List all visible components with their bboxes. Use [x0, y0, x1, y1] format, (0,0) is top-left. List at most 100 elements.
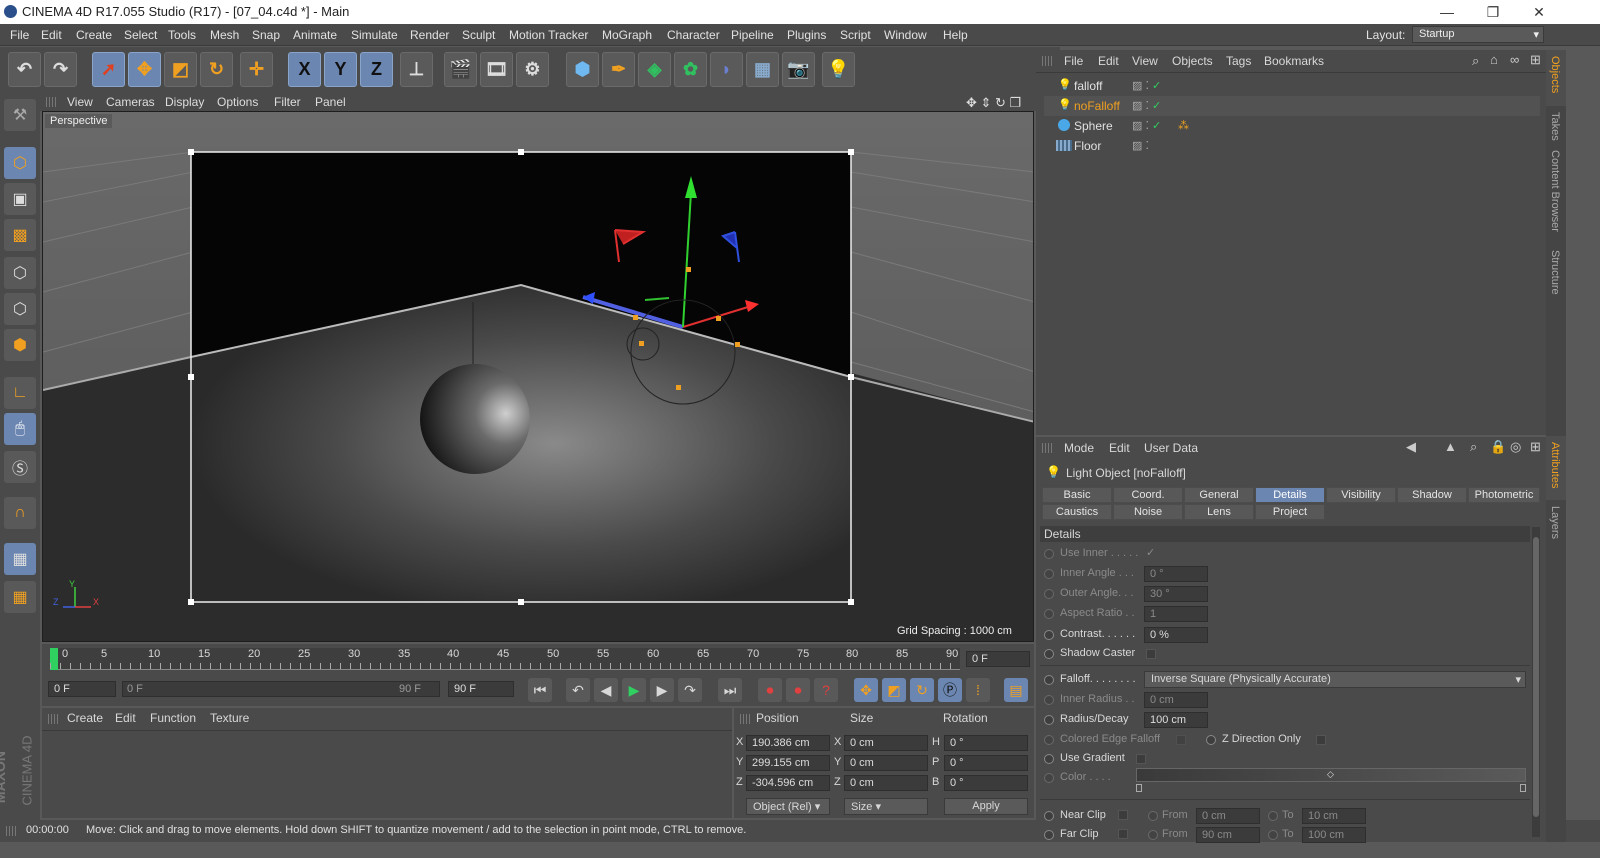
outer-angle-field[interactable]: 30 ° [1144, 586, 1208, 602]
add-floor-button[interactable]: ▦ [746, 52, 779, 87]
link-icon[interactable]: ∞ [1510, 52, 1519, 67]
add-array-button[interactable]: ✿ [674, 52, 707, 87]
material-menu-function[interactable]: Function [150, 711, 196, 725]
inner-radius-field[interactable]: 0 cm [1144, 692, 1208, 708]
animate-radio[interactable] [1206, 735, 1216, 745]
menu-help[interactable]: Help [943, 28, 968, 42]
animate-radio[interactable] [1268, 811, 1278, 821]
texture-mode-button[interactable]: ▣ [4, 183, 36, 215]
layer-icon[interactable]: ▨ ⁚ ✓ [1132, 119, 1161, 132]
far-from-field[interactable]: 90 cm [1196, 827, 1260, 843]
side-tab-layers[interactable]: Layers [1549, 506, 1561, 539]
search-icon[interactable]: ⌕ [1470, 439, 1477, 455]
viewport-navigation-icons[interactable]: ✥ ⇕ ↻ ❐ [966, 95, 1021, 111]
animate-radio[interactable] [1044, 695, 1054, 705]
search-icon[interactable]: ⌕ [1472, 53, 1479, 69]
tab-general[interactable]: General [1184, 487, 1254, 503]
coordinate-system-button[interactable]: ⊥ [400, 52, 433, 87]
redo-button[interactable]: ↷ [44, 52, 77, 87]
close-button[interactable]: ✕ [1516, 0, 1562, 24]
scale-tool-button[interactable]: ◩ [164, 52, 197, 87]
size-x-field[interactable]: 0 cm [844, 735, 928, 751]
attr-menu-user-data[interactable]: User Data [1144, 441, 1198, 455]
rot-p-field[interactable]: 0 ° [944, 755, 1028, 771]
solo-button[interactable]: Ⓢ [4, 451, 36, 483]
polygons-mode-button[interactable]: ⬢ [4, 329, 36, 361]
render-view-button[interactable]: 🎬 [444, 52, 477, 87]
menu-simulate[interactable]: Simulate [351, 28, 398, 42]
add-spline-pen-button[interactable]: ✒ [602, 52, 635, 87]
animate-radio[interactable] [1044, 715, 1054, 725]
apply-button[interactable]: Apply [944, 798, 1028, 815]
object-menu-file[interactable]: File [1064, 54, 1083, 68]
tab-visibility[interactable]: Visibility [1326, 487, 1396, 503]
pos-y-field[interactable]: 299.155 cm [746, 755, 830, 771]
home-icon[interactable]: ⌂ [1490, 52, 1498, 67]
radius-decay-field[interactable]: 100 cm [1144, 712, 1208, 728]
tab-shadow[interactable]: Shadow [1397, 487, 1467, 503]
animate-radio[interactable] [1044, 649, 1054, 659]
object-menu-view[interactable]: View [1132, 54, 1158, 68]
side-tab-content-browser[interactable]: Content Browser [1549, 150, 1561, 232]
menu-plugins[interactable]: Plugins [787, 28, 826, 42]
key-parameter-button[interactable]: Ⓟ [938, 678, 962, 702]
menu-animate[interactable]: Animate [293, 28, 337, 42]
previous-frame-button[interactable]: ◀ [594, 678, 618, 702]
tab-caustics[interactable]: Caustics [1042, 504, 1112, 520]
material-tag-icon[interactable]: ⁂ [1178, 119, 1189, 132]
attr-menu-mode[interactable]: Mode [1064, 441, 1094, 455]
animate-radio[interactable] [1044, 830, 1054, 840]
animate-radio[interactable] [1044, 630, 1054, 640]
add-deformer-button[interactable]: ◗ [710, 52, 743, 87]
new-window-icon[interactable]: ⊞ [1530, 439, 1541, 455]
attr-scrollbar-thumb[interactable] [1533, 537, 1539, 817]
menu-tools[interactable]: Tools [168, 28, 196, 42]
coordinate-mode-select[interactable]: Object (Rel) ▾ [746, 798, 830, 815]
size-y-field[interactable]: 0 cm [844, 755, 928, 771]
keyframe-selection-button[interactable]: ? [814, 678, 838, 702]
size-mode-select[interactable]: Size ▾ [844, 798, 928, 815]
tab-photometric[interactable]: Photometric [1468, 487, 1540, 503]
inner-angle-field[interactable]: 0 ° [1144, 566, 1208, 582]
shadow-caster-checkbox[interactable] [1146, 649, 1156, 659]
up-arrow-icon[interactable]: ▲ [1444, 439, 1457, 454]
colored-edge-falloff-checkbox[interactable] [1176, 735, 1186, 745]
lock-icon[interactable]: 🔒 [1490, 439, 1506, 455]
viewport-menu-filter[interactable]: Filter [274, 95, 301, 109]
rot-b-field[interactable]: 0 ° [944, 775, 1028, 791]
animate-radio[interactable] [1044, 773, 1054, 783]
animate-radio[interactable] [1044, 549, 1054, 559]
workplane-mode-button[interactable]: ▩ [4, 219, 36, 251]
workplane-lock-button[interactable]: ▦ [4, 543, 36, 575]
menu-character[interactable]: Character [667, 28, 720, 42]
animate-radio[interactable] [1044, 569, 1054, 579]
animate-radio[interactable] [1044, 754, 1054, 764]
minimize-button[interactable]: — [1424, 0, 1470, 24]
animate-radio[interactable] [1044, 675, 1054, 685]
add-camera-button[interactable]: 📷 [782, 52, 815, 87]
object-menu-tags[interactable]: Tags [1226, 54, 1251, 68]
edges-mode-button[interactable]: ⬡ [4, 293, 36, 325]
end-frame-field[interactable]: 90 F [448, 681, 514, 697]
tab-noise[interactable]: Noise [1113, 504, 1183, 520]
side-tab-objects[interactable]: Objects [1549, 56, 1561, 93]
viewport-label[interactable]: Perspective [45, 114, 113, 128]
undo-button[interactable]: ↶ [8, 52, 41, 87]
menu-snap[interactable]: Snap [252, 28, 280, 42]
tab-coord[interactable]: Coord. [1113, 487, 1183, 503]
y-axis-lock-button[interactable]: Y [324, 52, 357, 87]
side-tab-attributes[interactable]: Attributes [1549, 442, 1561, 488]
side-tab-takes[interactable]: Takes [1549, 112, 1561, 141]
animate-radio[interactable] [1044, 609, 1054, 619]
attr-menu-edit[interactable]: Edit [1109, 441, 1130, 455]
points-mode-button[interactable]: ⬡ [4, 257, 36, 289]
start-frame-field[interactable]: 0 F [48, 681, 116, 697]
add-subdivision-button[interactable]: ◈ [638, 52, 671, 87]
viewport-menu-panel[interactable]: Panel [315, 95, 346, 109]
menu-sculpt[interactable]: Sculpt [462, 28, 495, 42]
pos-x-field[interactable]: 190.386 cm [746, 735, 830, 751]
object-menu-bookmarks[interactable]: Bookmarks [1264, 54, 1324, 68]
back-arrow-icon[interactable]: ◀ [1406, 439, 1416, 455]
layer-icon[interactable]: ▨ ⁚ ✓ [1132, 79, 1161, 92]
key-point-level-button[interactable]: ⁞ [966, 678, 990, 702]
